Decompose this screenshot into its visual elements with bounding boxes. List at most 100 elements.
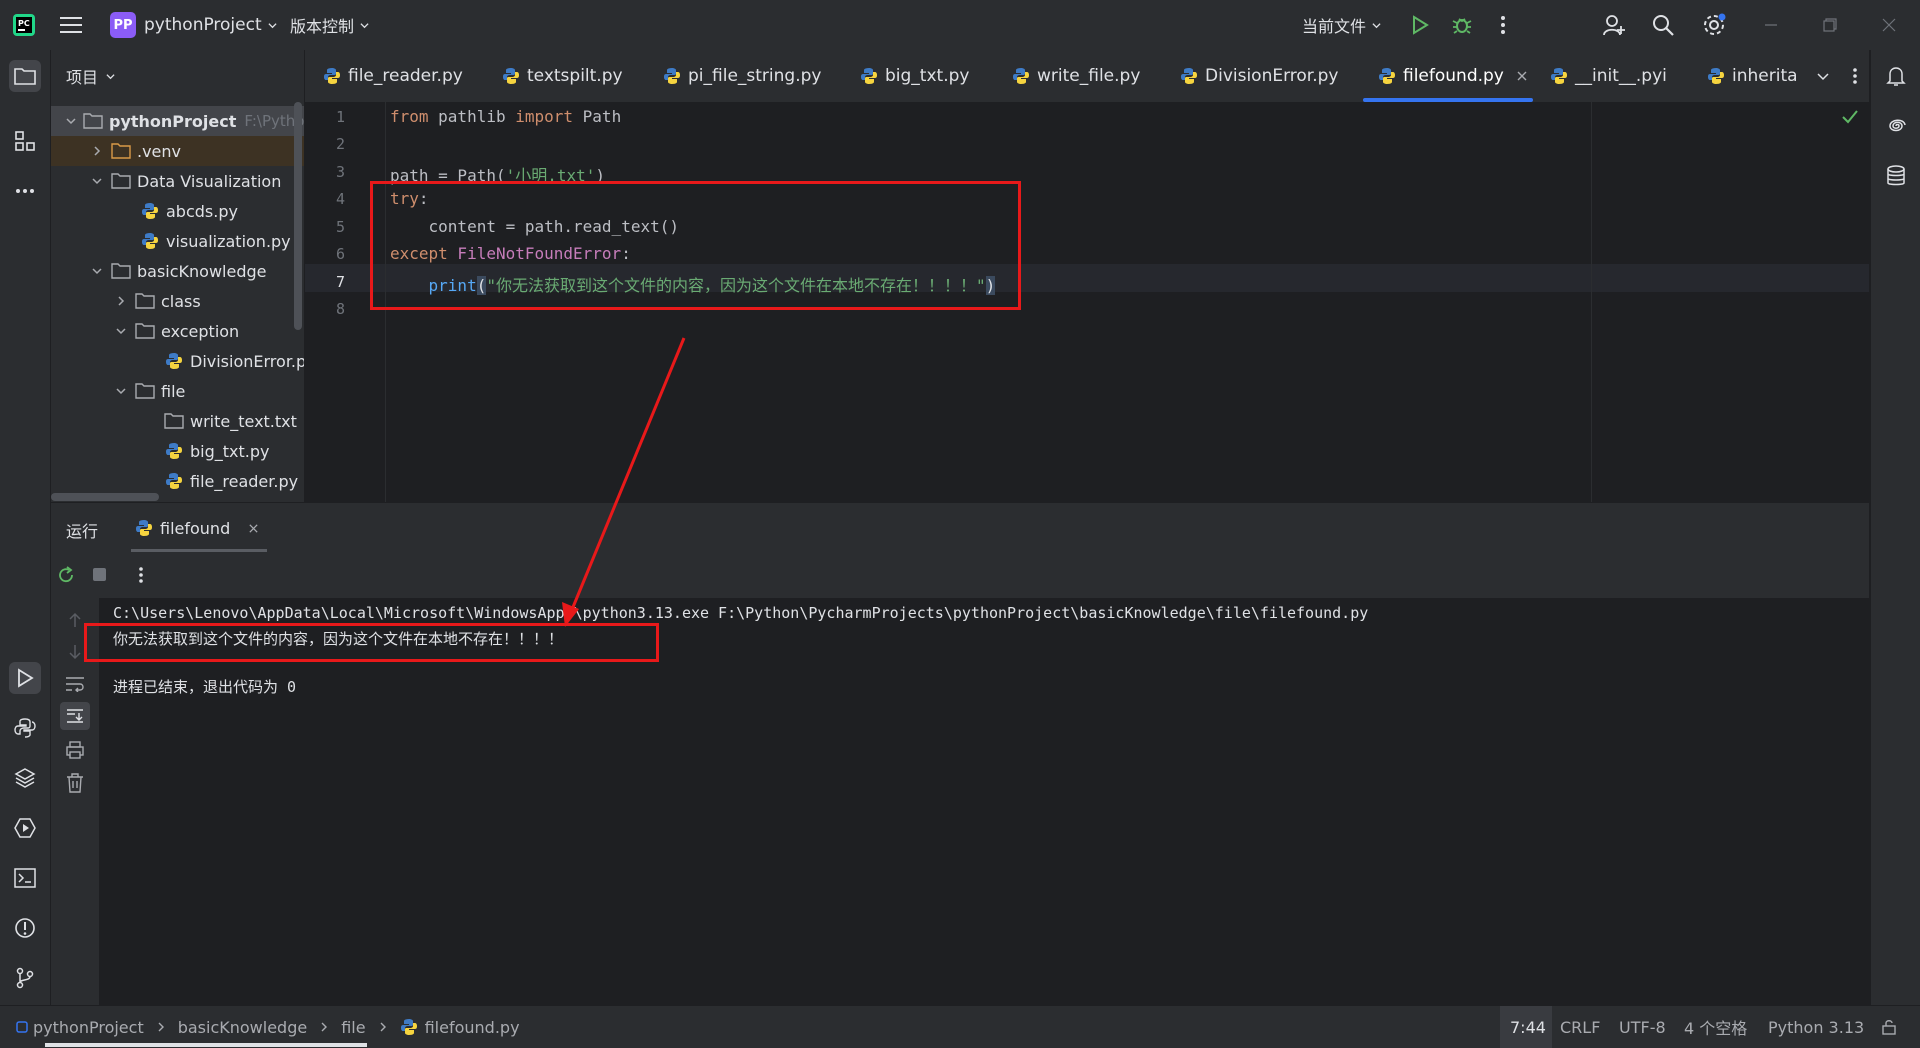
search-button[interactable] bbox=[1651, 0, 1675, 50]
tree-item-label: file_reader.py bbox=[190, 471, 299, 491]
kebab-icon[interactable] bbox=[1852, 67, 1858, 85]
tree-item-label: Data Visualization bbox=[137, 171, 282, 191]
close-tab-icon[interactable] bbox=[248, 523, 259, 534]
chevron-down-icon[interactable] bbox=[1816, 70, 1829, 82]
right-margin-guide bbox=[1591, 102, 1592, 502]
vcs-menu[interactable]: 版本控制 bbox=[290, 0, 369, 50]
tree-item-basicknowledge[interactable]: basicKnowledge bbox=[51, 256, 304, 286]
tree-item-pythonproject[interactable]: pythonProject F:\Pytho bbox=[51, 106, 304, 136]
tree-item-divisionerror[interactable]: DivisionError.py bbox=[51, 346, 304, 376]
debug-button[interactable] bbox=[1451, 0, 1473, 50]
rerun-icon[interactable] bbox=[57, 566, 75, 584]
line-number: 3 bbox=[335, 163, 345, 181]
run-button[interactable] bbox=[1410, 0, 1430, 50]
breadcrumb-item[interactable]: filefound.py bbox=[425, 1018, 520, 1037]
tab-textspilt[interactable]: textspilt.py bbox=[502, 50, 623, 102]
tree-item-big-txt[interactable]: big_txt.py bbox=[51, 436, 304, 466]
tab-init-pyi[interactable]: __init__.pyi bbox=[1550, 50, 1667, 102]
tab-divisionerror[interactable]: DivisionError.py bbox=[1180, 50, 1339, 102]
chevron-down-icon bbox=[92, 178, 102, 185]
tree-item-exception[interactable]: exception bbox=[51, 316, 304, 346]
soft-wrap-icon[interactable] bbox=[65, 676, 85, 692]
file-encoding[interactable]: UTF-8 bbox=[1619, 1006, 1666, 1048]
structure-tool-button[interactable] bbox=[9, 125, 41, 157]
scroll-to-end-button[interactable] bbox=[60, 702, 90, 730]
tree-item-visualization[interactable]: visualization.py bbox=[51, 226, 304, 256]
tab-label: write_file.py bbox=[1037, 66, 1141, 86]
tree-item-data-visualization[interactable]: Data Visualization bbox=[51, 166, 304, 196]
print-icon[interactable] bbox=[65, 741, 85, 759]
restore-button[interactable] bbox=[1823, 0, 1837, 50]
chevron-down-icon bbox=[116, 388, 126, 395]
python-file-icon bbox=[1013, 68, 1029, 84]
project-tool-button[interactable] bbox=[9, 60, 41, 92]
tab-big-txt[interactable]: big_txt.py bbox=[860, 50, 969, 102]
tree-item-venv[interactable]: .venv bbox=[51, 136, 304, 166]
services-tool-button[interactable] bbox=[9, 812, 41, 844]
tree-item-abcds[interactable]: abcds.py bbox=[51, 196, 304, 226]
close-tab-icon[interactable] bbox=[1516, 70, 1528, 82]
terminal-tool-button[interactable] bbox=[9, 862, 41, 894]
breadcrumb-item[interactable]: file bbox=[341, 1018, 365, 1037]
git-tool-button[interactable] bbox=[9, 962, 41, 994]
breadcrumb-item[interactable]: basicKnowledge bbox=[178, 1018, 308, 1037]
tree-item-write-text[interactable]: write_text.txt bbox=[51, 406, 304, 436]
inspection-ok-icon[interactable] bbox=[1842, 110, 1858, 124]
project-panel-header[interactable]: 项目 bbox=[66, 64, 115, 88]
ai-assistant-button[interactable] bbox=[1880, 110, 1912, 142]
editor-tab-bar: file_reader.py textspilt.py pi_file_stri… bbox=[305, 50, 1869, 103]
tab-write-file[interactable]: write_file.py bbox=[1012, 50, 1140, 102]
tree-item-label: .venv bbox=[137, 141, 182, 161]
tree-item-file[interactable]: file bbox=[51, 376, 304, 406]
arrow-up-icon[interactable] bbox=[68, 612, 82, 628]
trash-icon[interactable] bbox=[66, 773, 84, 793]
python-console-button[interactable] bbox=[9, 712, 41, 744]
minimize-icon bbox=[1765, 24, 1777, 26]
tree-item-label: visualization.py bbox=[166, 231, 291, 251]
tree-horizontal-scrollbar[interactable] bbox=[51, 493, 159, 501]
notifications-button[interactable] bbox=[1880, 60, 1912, 92]
python-file-icon bbox=[664, 68, 680, 84]
run-config-selector[interactable]: 当前文件 bbox=[1302, 0, 1381, 50]
tree-item-file-reader[interactable]: file_reader.py bbox=[51, 466, 304, 496]
tab-label: DivisionError.py bbox=[1205, 66, 1339, 86]
main-menu-button[interactable] bbox=[60, 0, 82, 50]
progress-strip bbox=[45, 1043, 367, 1047]
indent-setting[interactable]: 4 个空格 bbox=[1684, 1006, 1747, 1048]
caret-position[interactable]: 7:44 bbox=[1510, 1006, 1546, 1048]
account-button[interactable] bbox=[1602, 0, 1626, 50]
folder-icon bbox=[135, 323, 155, 339]
tab-file-reader[interactable]: file_reader.py bbox=[323, 50, 463, 102]
database-button[interactable] bbox=[1880, 160, 1912, 192]
tree-vertical-scrollbar[interactable] bbox=[294, 102, 302, 330]
project-selector[interactable]: PP pythonProject bbox=[110, 0, 277, 50]
arrow-down-icon[interactable] bbox=[68, 644, 82, 660]
layers-tool-button[interactable] bbox=[9, 762, 41, 794]
console-command-line: C:\Users\Lenovo\AppData\Local\Microsoft\… bbox=[113, 604, 1369, 622]
lock-open-icon[interactable] bbox=[1881, 1019, 1897, 1035]
settings-button[interactable] bbox=[1701, 0, 1727, 50]
tree-item-label: pythonProject bbox=[109, 111, 237, 131]
tab-inherita[interactable]: inherita bbox=[1707, 50, 1798, 102]
tree-item-label: exception bbox=[161, 321, 240, 341]
pycharm-logo[interactable]: PC bbox=[12, 0, 36, 50]
more-tools-button[interactable] bbox=[9, 175, 41, 207]
run-tab-filefound[interactable]: filefound bbox=[135, 513, 259, 543]
line-number: 8 bbox=[335, 300, 345, 318]
run-tool-button[interactable] bbox=[9, 662, 41, 694]
breadcrumb-item[interactable]: pythonProject bbox=[33, 1018, 144, 1037]
close-window-button[interactable] bbox=[1882, 0, 1896, 50]
more-actions-button[interactable] bbox=[1500, 0, 1506, 50]
kebab-icon[interactable] bbox=[138, 566, 144, 584]
python-interpreter[interactable]: Python 3.13 bbox=[1768, 1006, 1864, 1048]
text-file-icon bbox=[164, 413, 184, 429]
line-separator[interactable]: CRLF bbox=[1560, 1006, 1600, 1048]
minimize-button[interactable] bbox=[1764, 0, 1778, 50]
problems-tool-button[interactable] bbox=[9, 912, 41, 944]
tree-item-class[interactable]: class bbox=[51, 286, 304, 316]
tab-filefound[interactable]: filefound.py bbox=[1378, 50, 1528, 102]
warning-circle-icon bbox=[15, 918, 35, 938]
stop-icon[interactable] bbox=[93, 568, 106, 581]
python-file-icon bbox=[136, 520, 152, 536]
tab-pi-file-string[interactable]: pi_file_string.py bbox=[663, 50, 821, 102]
